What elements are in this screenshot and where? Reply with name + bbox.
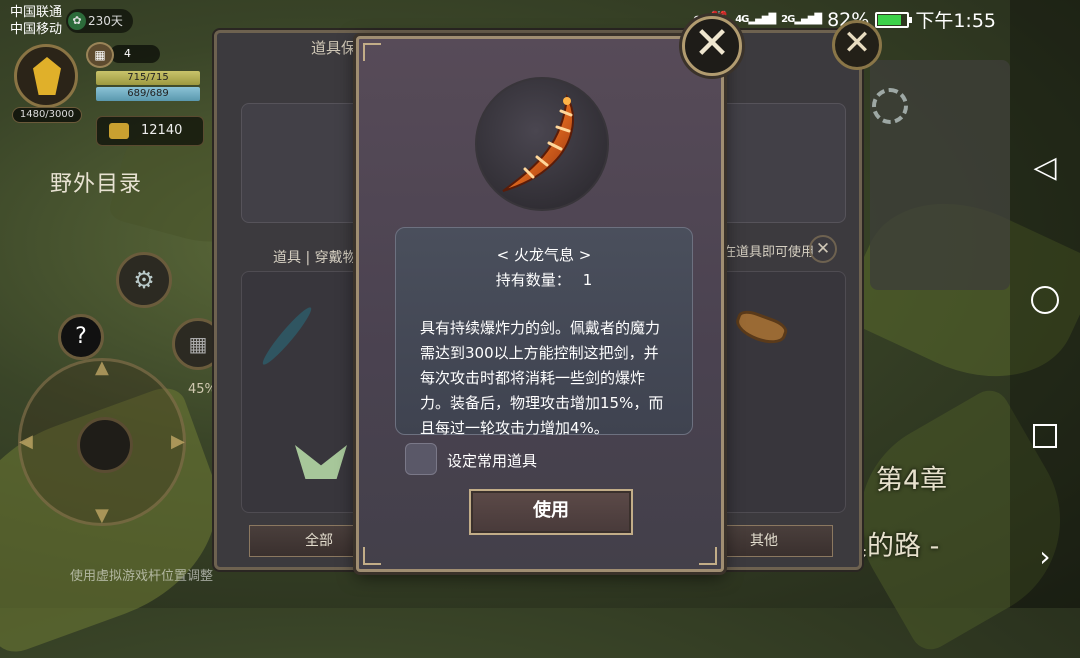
joystick-knob[interactable] (77, 417, 133, 473)
chevron-right-icon[interactable]: › (1010, 540, 1080, 573)
home-circle-icon[interactable] (1010, 286, 1080, 318)
gold-icon (109, 123, 129, 139)
item-slot-blade[interactable] (258, 299, 333, 369)
gear-icon (872, 88, 908, 124)
close-icon[interactable]: ✕ (682, 16, 742, 76)
signal-4g-icon: 4G▂▄▆█ (735, 14, 776, 25)
close-icon[interactable]: ✕ (832, 20, 882, 70)
level-badge: 4 (110, 45, 160, 63)
battery-icon (875, 11, 913, 28)
back-triangle-icon[interactable]: ◁ (1010, 150, 1080, 185)
item-description-box: < 火龙气息 > 持有数量： 1 具有持续爆炸力的剑。佩戴者的魔力需达到300以上… (395, 227, 693, 437)
clock: 下午1:55 (915, 10, 996, 32)
frame-corner (699, 547, 717, 565)
frame-corner (363, 43, 381, 61)
favorite-label: 设定常用道具 (447, 452, 538, 470)
carrier-info: 中国联通 中国移动 (10, 5, 63, 37)
arrow-left-icon: ◀ (19, 431, 33, 452)
player-emblem[interactable] (14, 44, 78, 108)
item-name: < 火龙气息 > (496, 246, 592, 264)
joystick-hint: 使用虚拟游戏杆位置调整 (70, 569, 214, 584)
android-nav-bar: ◁ › (1010, 0, 1080, 608)
virtual-joystick[interactable]: ▲ ◀ ▶ ▼ (18, 357, 186, 526)
item-detail-popup: < 火龙气息 > 持有数量： 1 具有持续爆炸力的剑。佩戴者的魔力需达到300以上… (356, 36, 724, 572)
help-icon[interactable]: ? (58, 314, 104, 360)
calendar-icon[interactable]: ▦ (86, 42, 114, 68)
exp-counter: 1480/3000 (12, 107, 82, 123)
storage-hint: 在道具即可使用 (723, 245, 815, 260)
field-directory-label[interactable]: 野外目录 (50, 166, 142, 198)
progress-percent: 45% (188, 382, 217, 397)
use-button[interactable]: 使用 (469, 489, 633, 535)
gear-icon[interactable]: ⚙ (116, 252, 172, 308)
item-slot-belt[interactable] (729, 301, 790, 361)
hp-bar: 715/715 (96, 71, 200, 85)
arrow-down-icon: ▼ (95, 505, 109, 526)
belt-icon (732, 306, 790, 350)
frame-corner (363, 547, 381, 565)
battery-fill (878, 14, 902, 25)
item-count: 持有数量： 1 (495, 271, 593, 289)
item-description: 具有持续爆炸力的剑。佩戴者的魔力需达到300以上方能控制这把剑，并每次攻击时都将… (420, 319, 664, 437)
mp-bar: 689/689 (96, 87, 200, 101)
favorite-checkbox[interactable] (405, 443, 437, 475)
crystal-icon (33, 57, 61, 95)
recent-square-icon[interactable] (1010, 424, 1080, 452)
gold-counter: 12140 (96, 116, 204, 146)
days-badge: ✿ 230天 (66, 9, 133, 33)
signal-2g-icon: 2G▂▄▆█ (781, 14, 822, 25)
item-slot-wing[interactable] (291, 437, 351, 497)
close-icon[interactable]: ✕ (809, 235, 837, 263)
wing-icon (295, 445, 347, 479)
item-image (475, 77, 609, 211)
leaf-icon: ✿ (68, 12, 86, 30)
arrow-right-icon: ▶ (171, 431, 185, 452)
chapter-label: 第4章 (876, 465, 948, 496)
flame-sword-icon (502, 93, 574, 192)
arrow-up-icon: ▲ (95, 357, 109, 378)
